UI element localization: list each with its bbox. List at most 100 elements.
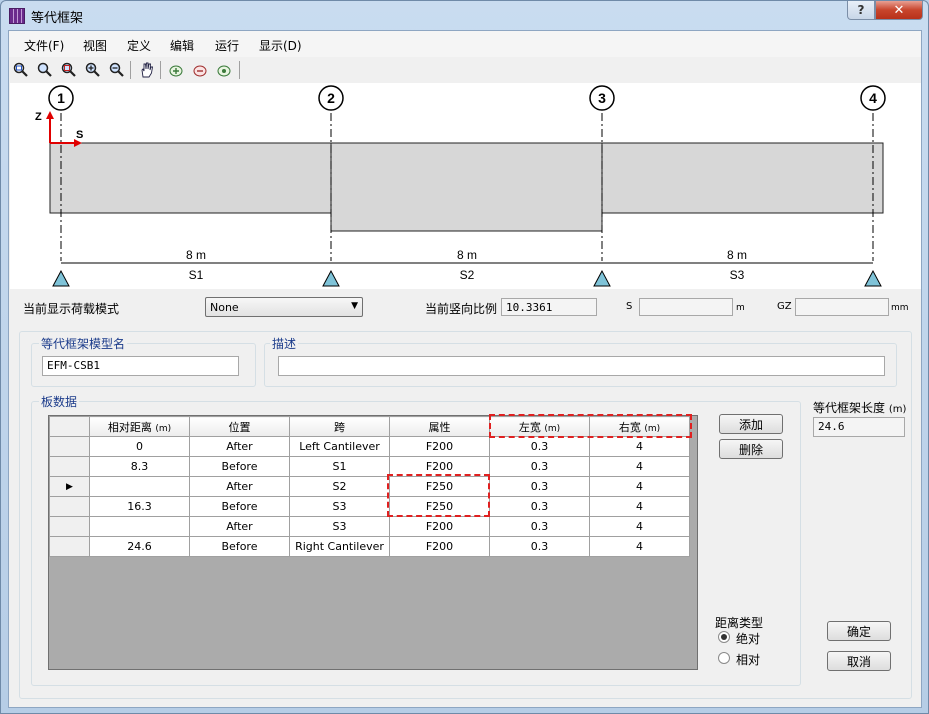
cell-right-width[interactable]: 4 (589, 476, 690, 497)
table-row[interactable]: 0 After Left Cantilever F200 0.3 4 (49, 436, 690, 457)
title-bar[interactable]: 等代框架 ? ✕ (1, 1, 928, 30)
cell-property[interactable]: F200 (389, 516, 490, 537)
chevron-down-icon: ▼ (351, 301, 358, 311)
column-header-position[interactable]: 位置 (189, 416, 290, 437)
cell-right-width[interactable]: 4 (589, 536, 690, 557)
add-row-button[interactable]: 添加 (719, 414, 783, 434)
menu-run[interactable]: 运行 (215, 37, 239, 54)
cell-property[interactable]: F200 (389, 536, 490, 557)
cell-distance[interactable] (89, 516, 190, 537)
cell-position[interactable]: After (189, 476, 290, 497)
radio-relative[interactable] (718, 652, 730, 664)
cell-span[interactable]: Left Cantilever (289, 436, 390, 457)
cell-right-width[interactable]: 4 (589, 516, 690, 537)
toolbar-separator (130, 61, 131, 79)
row-marker[interactable]: ▶ (49, 476, 90, 497)
ok-button[interactable]: 确定 (827, 621, 891, 641)
cell-left-width[interactable]: 0.3 (489, 516, 590, 537)
table-row[interactable]: 16.3 Before S3 F250 0.3 4 (49, 496, 690, 517)
frame-length-field[interactable]: 24.6 (813, 417, 905, 437)
pan-hand-icon[interactable] (138, 61, 156, 79)
cell-distance[interactable]: 8.3 (89, 456, 190, 477)
row-marker[interactable] (49, 436, 90, 457)
row-marker[interactable] (49, 516, 90, 537)
axis-indicator: Z S (35, 111, 83, 147)
cell-span[interactable]: S1 (289, 456, 390, 477)
radio-absolute-label[interactable]: 绝对 (736, 630, 760, 647)
span-length-2: 8 m (457, 248, 477, 262)
cell-position[interactable]: After (189, 516, 290, 537)
cancel-button[interactable]: 取消 (827, 651, 891, 671)
cell-distance[interactable]: 16.3 (89, 496, 190, 517)
frame-diagram-canvas[interactable]: 1 2 3 4 Z S 8 m 8 m 8 m S1 S2 S3 (10, 83, 921, 289)
radio-relative-label[interactable]: 相对 (736, 651, 760, 668)
cell-position[interactable]: After (189, 436, 290, 457)
model-name-input[interactable]: EFM-CSB1 (42, 356, 239, 376)
menu-define[interactable]: 定义 (127, 37, 151, 54)
zoom-fit-icon[interactable] (60, 61, 78, 79)
description-input[interactable] (278, 356, 885, 376)
cell-distance[interactable]: 24.6 (89, 536, 190, 557)
slab-segment-1 (49, 142, 332, 214)
scale-label: 当前竖向比例 (425, 302, 498, 316)
app-icon (9, 8, 25, 24)
cell-span[interactable]: S2 (289, 476, 390, 497)
load-mode-select[interactable]: None ▼ (205, 297, 363, 317)
view-option-1-icon[interactable] (167, 61, 185, 79)
table-row[interactable]: 8.3 Before S1 F200 0.3 4 (49, 456, 690, 477)
column-header-span[interactable]: 跨 (289, 416, 390, 437)
row-marker[interactable] (49, 536, 90, 557)
slab-segment-2 (330, 142, 603, 232)
cell-distance[interactable]: 0 (89, 436, 190, 457)
cell-distance[interactable] (89, 476, 190, 497)
menu-file[interactable]: 文件(F) (24, 37, 64, 54)
menu-view[interactable]: 视图 (83, 37, 107, 54)
cell-left-width[interactable]: 0.3 (489, 536, 590, 557)
menu-bar: 文件(F) 视图 定义 编辑 运行 显示(D) (9, 31, 921, 57)
s-field[interactable] (639, 298, 733, 316)
row-marker[interactable] (49, 456, 90, 477)
zoom-in-icon[interactable] (84, 61, 102, 79)
row-marker[interactable] (49, 496, 90, 517)
menu-edit[interactable]: 编辑 (170, 37, 194, 54)
cell-left-width[interactable]: 0.3 (489, 496, 590, 517)
zoom-out-icon[interactable] (108, 61, 126, 79)
table-row[interactable]: 24.6 Before Right Cantilever F200 0.3 4 (49, 536, 690, 557)
cell-left-width[interactable]: 0.3 (489, 476, 590, 497)
span-length-3: 8 m (727, 248, 747, 262)
cell-right-width[interactable]: 4 (589, 496, 690, 517)
slab-data-grid[interactable]: 相对距离 (m) 位置 跨 属性 左宽 (m) 右宽 (m) 0 After L… (48, 414, 698, 670)
cell-position[interactable]: Before (189, 496, 290, 517)
toolbar-separator (239, 61, 240, 79)
table-row[interactable]: After S3 F200 0.3 4 (49, 516, 690, 537)
cell-left-width[interactable]: 0.3 (489, 436, 590, 457)
cell-property[interactable]: F200 (389, 436, 490, 457)
support-4 (864, 269, 882, 287)
table-row[interactable]: ▶ After S2 F250 0.3 4 (49, 476, 690, 497)
cell-right-width[interactable]: 4 (589, 456, 690, 477)
delete-row-button[interactable]: 删除 (719, 439, 783, 459)
menu-display[interactable]: 显示(D) (259, 37, 302, 54)
grid-bubble-2: 2 (318, 85, 344, 111)
slab-segment-3 (601, 142, 884, 214)
zoom-realtime-icon[interactable] (36, 61, 54, 79)
cell-position[interactable]: Before (189, 456, 290, 477)
column-header-distance[interactable]: 相对距离 (m) (89, 416, 190, 437)
view-option-3-icon[interactable] (215, 61, 233, 79)
radio-absolute[interactable] (718, 631, 730, 643)
cell-right-width[interactable]: 4 (589, 436, 690, 457)
gz-field[interactable] (795, 298, 889, 316)
help-button[interactable]: ? (847, 1, 875, 20)
cell-span[interactable]: Right Cantilever (289, 536, 390, 557)
grid-label-2: 2 (327, 90, 335, 106)
cell-span[interactable]: S3 (289, 516, 390, 537)
view-option-2-icon[interactable] (191, 61, 209, 79)
scale-field[interactable]: 10.3361 (501, 298, 597, 316)
column-header-property[interactable]: 属性 (389, 416, 490, 437)
cell-span[interactable]: S3 (289, 496, 390, 517)
zoom-window-icon[interactable] (12, 61, 30, 79)
span-length-1: 8 m (186, 248, 206, 262)
cell-position[interactable]: Before (189, 536, 290, 557)
close-button[interactable]: ✕ (875, 1, 923, 20)
cell-left-width[interactable]: 0.3 (489, 456, 590, 477)
